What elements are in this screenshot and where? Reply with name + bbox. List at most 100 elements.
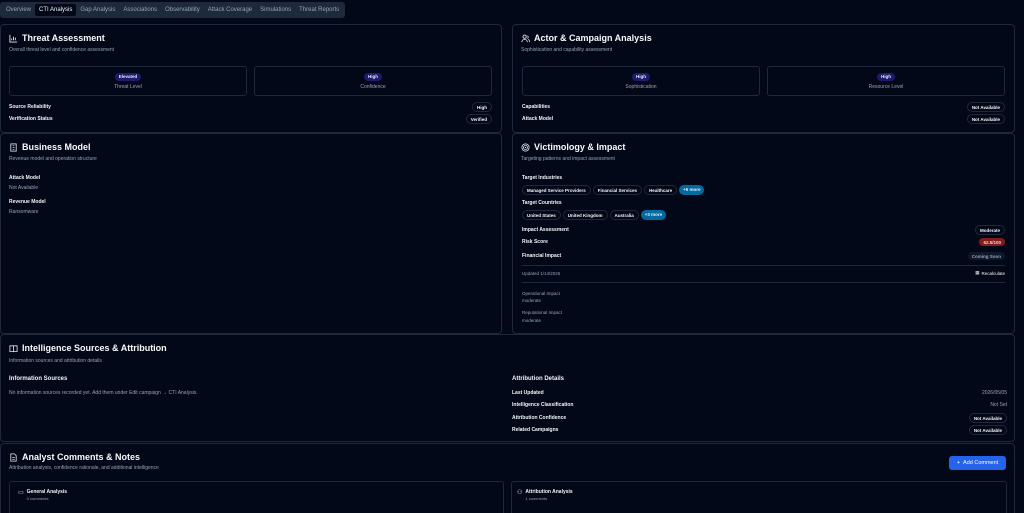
resource-level-box: High Resource Level [767,66,1005,96]
impact-assessment-row: Impact Assessment Moderate [522,225,1005,235]
recalculate-button[interactable]: ▦ Recalculate [975,270,1005,276]
attribution-analysis-count: 1 comments [525,496,548,501]
source-reliability-row: Source Reliability High [9,102,492,112]
tab-threat-reports[interactable]: Threat Reports [295,4,343,16]
attack-model-row: Attack Model Not Available [522,114,1005,124]
attribution-details-label: Attribution Details [512,376,564,382]
threat-level-badge: Elevated [114,72,142,81]
card-title: Intelligence Sources & Attribution [22,343,167,353]
information-sources-label: Information Sources [9,376,68,382]
country-tag: United Kingdom [562,210,608,220]
tab-simulations[interactable]: Simulations [256,4,295,16]
revenue-model-label: Revenue Model [9,199,46,205]
card-title: Business Model [22,142,91,152]
resource-level-label: Resource Level [868,83,904,90]
risk-score-badge: 62.5/100 [979,238,1005,246]
classification-label: Intelligence Classification [512,402,574,408]
recalc-row: Updated 1/14/2026 ▦ Recalculate [522,270,1005,276]
general-analysis-section[interactable]: ▭ General Analysis 0 comments [9,481,504,513]
industry-tag: Managed Service Providers [522,185,591,195]
operational-impact-value: moderate [522,298,542,303]
country-tag: United States [522,210,561,220]
calculator-icon: ▦ [975,270,980,275]
target-industries-label: Target Industries [522,175,563,181]
building-icon [9,142,18,152]
sophistication-box: High Sophistication [522,66,760,96]
target-countries-list: United States United Kingdom Australia +… [522,210,667,220]
countries-more-button[interactable]: +3 more [640,210,667,220]
card-title: Victimology & Impact [534,142,626,152]
tab-overview[interactable]: Overview [2,4,35,16]
resource-level-badge: High [877,72,895,81]
financial-impact-badge: Coming Soon [967,252,1005,260]
tab-attack-coverage[interactable]: Attack Coverage [204,4,256,16]
actor-campaign-header: Actor & Campaign Analysis [521,33,652,43]
industries-more-button[interactable]: +5 more [679,185,705,195]
comments-header: Analyst Comments & Notes [9,452,140,462]
sources-attribution-card: Intelligence Sources & Attribution Infor… [0,334,1015,442]
card-subtitle: Revenue model and operation structure [9,156,97,162]
revenue-model-value: Ransomware [9,209,39,215]
confidence-box: High Confidence [254,66,492,96]
general-analysis-header: ▭ General Analysis 0 comments [18,489,67,501]
industry-tag: Healthcare [644,185,678,195]
risk-score-row: Risk Score 62.5/100 [522,238,1005,246]
related-campaigns-badge: Not Available [968,425,1007,435]
confidence-label: Confidence [360,83,386,90]
actor-campaign-card: Actor & Campaign Analysis Sophistication… [512,24,1015,133]
attribution-confidence-row: Attribution Confidence Not Available [512,413,1007,423]
source-reliability-badge: High [472,102,492,112]
sources-header: Intelligence Sources & Attribution [9,343,167,353]
tab-gap-analysis[interactable]: Gap Analysis [76,4,119,16]
add-comment-button[interactable]: + Add Comment [949,456,1006,470]
operational-impact-label: Operational Impact [522,291,561,296]
risk-score-label: Risk Score [522,239,548,245]
card-subtitle: Attribution analysis, confidence rationa… [9,465,159,471]
general-analysis-title: General Analysis [26,489,68,495]
information-sources-empty: No information sources recorded yet. Add… [9,390,198,396]
business-attack-model-label: Attack Model [9,175,41,181]
attribution-analysis-section[interactable]: ⚇ Attribution Analysis 1 comments [511,481,1007,513]
divider [522,265,1005,266]
threat-level-label: Threat Level [114,83,142,90]
industry-tag: Financial Services [592,185,643,195]
attack-model-badge: Not Available [966,114,1005,124]
users-icon [521,34,530,43]
tab-cti-analysis[interactable]: CTI Analysis [35,4,77,16]
verification-row: Verification Status Verified [9,114,492,124]
attack-model-label: Attack Model [522,116,554,122]
verification-label: Verification Status [9,116,53,122]
last-updated-value: 2026/05/05 [981,390,1007,396]
general-analysis-count: 0 comments [26,496,49,501]
source-reliability-label: Source Reliability [9,104,51,110]
victimology-card: Victimology & Impact Targeting patterns … [512,133,1015,334]
card-subtitle: Targeting patterns and impact assessment [521,156,615,162]
analyst-comments-card: Analyst Comments & Notes Attribution ana… [0,443,1015,513]
classification-row: Intelligence Classification Not Set [512,402,1007,408]
card-title: Threat Assessment [22,33,105,43]
capabilities-badge: Not Available [966,102,1005,112]
reputational-impact-value: moderate [522,318,542,323]
victimology-header: Victimology & Impact [521,142,625,152]
capabilities-label: Capabilities [522,104,551,110]
plus-icon: + [956,460,961,466]
tab-observability[interactable]: Observability [161,4,204,16]
country-tag: Australia [609,210,639,220]
target-industries-list: Managed Service Providers Financial Serv… [522,185,705,195]
confidence-badge: High [364,72,382,81]
business-model-card: Business Model Revenue model and operati… [0,133,502,334]
tab-associations[interactable]: Associations [119,4,161,16]
related-campaigns-label: Related Campaigns [512,427,559,433]
book-icon [9,344,18,353]
financial-impact-row: Financial Impact Coming Soon [522,252,1005,260]
threat-assessment-header: Threat Assessment [9,33,105,43]
card-title: Actor & Campaign Analysis [534,33,652,43]
last-updated-row: Last Updated 2026/05/05 [512,390,1007,396]
bar-chart-icon [9,34,18,43]
target-icon [521,142,530,152]
card-subtitle: Overall threat level and confidence asse… [9,47,115,53]
reputational-impact-label: Reputational Impact [522,310,563,315]
verification-badge: Verified [465,114,492,124]
financial-impact-label: Financial Impact [522,253,562,259]
divider [522,282,1005,283]
